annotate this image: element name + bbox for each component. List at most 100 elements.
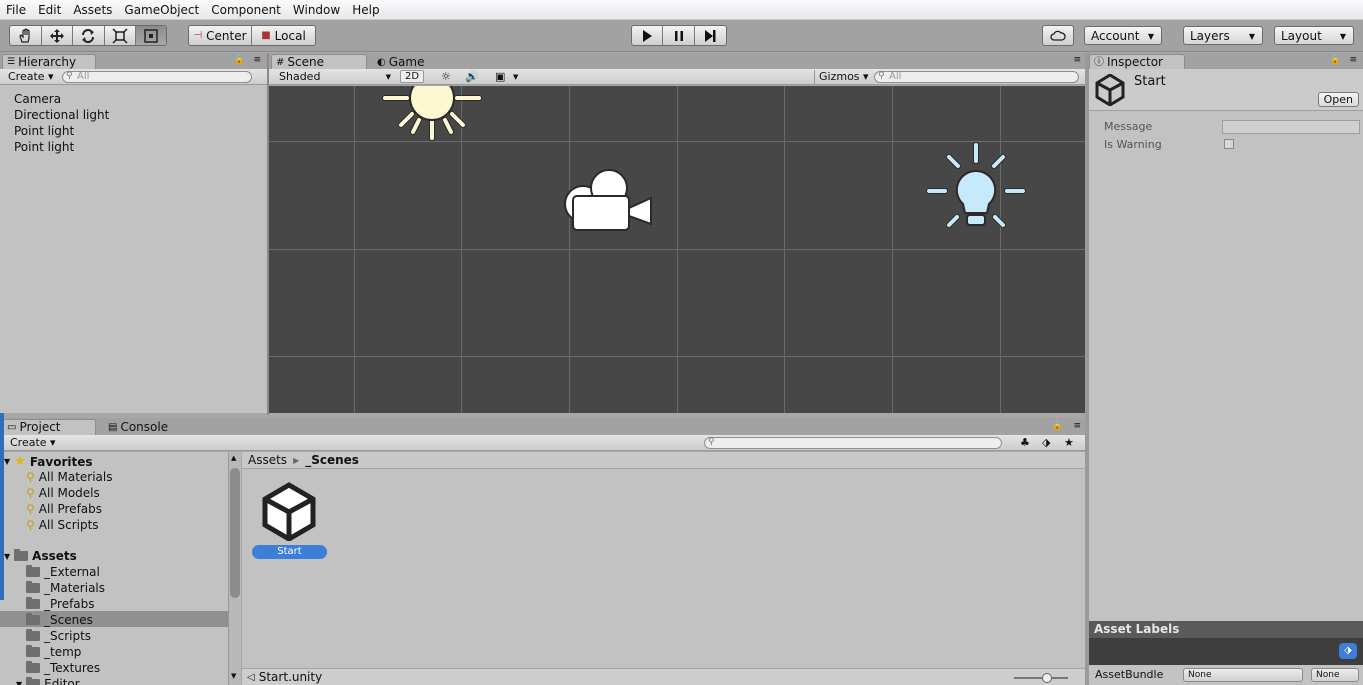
panel-menu-icon[interactable]: ≡ xyxy=(253,55,261,65)
expand-arrow-icon: ▼ xyxy=(4,457,11,466)
panel-menu-icon[interactable]: ≡ xyxy=(1073,55,1081,65)
menu-file[interactable]: File xyxy=(0,0,32,20)
step-icon[interactable] xyxy=(695,26,726,45)
tab-scene[interactable]: # Scene xyxy=(271,54,367,70)
drag-highlight xyxy=(0,413,4,600)
folder-materials[interactable]: _Materials xyxy=(26,581,105,595)
open-button[interactable]: Open xyxy=(1317,92,1359,107)
message-field[interactable] xyxy=(1222,120,1360,134)
pivot-local-button[interactable]: ■ Local xyxy=(252,26,315,45)
hierarchy-search-input[interactable]: ⚲ All xyxy=(62,71,252,83)
panel-divider[interactable] xyxy=(1085,53,1089,685)
move-tool-icon[interactable] xyxy=(42,26,74,45)
menu-window[interactable]: Window xyxy=(287,0,346,20)
folder-scripts[interactable]: _Scripts xyxy=(26,629,91,643)
point-light-icon[interactable] xyxy=(925,141,1027,235)
gizmos-dropdown[interactable]: Gizmos ▾ xyxy=(814,70,873,84)
scroll-down-arrow-icon[interactable]: ▼ xyxy=(231,672,236,680)
panel-divider[interactable] xyxy=(267,53,269,415)
tag-icon[interactable]: ⬗ xyxy=(1339,643,1357,659)
asset-bundle-variant-dropdown[interactable]: None xyxy=(1311,668,1359,682)
menu-edit[interactable]: Edit xyxy=(32,0,67,20)
pause-icon[interactable] xyxy=(663,26,695,45)
asset-name-label: Start xyxy=(252,545,327,559)
asset-bundle-dropdown[interactable]: None xyxy=(1183,668,1303,682)
tab-project[interactable]: ▭ Project xyxy=(2,419,96,435)
play-icon[interactable] xyxy=(632,26,664,45)
2d-toggle[interactable]: 2D xyxy=(400,70,425,83)
is-warning-checkbox[interactable] xyxy=(1224,139,1234,149)
hierarchy-item-camera[interactable]: Camera xyxy=(14,92,61,106)
panel-menu-icon[interactable]: ≡ xyxy=(1349,55,1357,65)
hierarchy-item-point-light[interactable]: Point light xyxy=(14,124,74,138)
menu-bar: File Edit Assets GameObject Component Wi… xyxy=(0,0,1363,20)
camera-gizmo-icon[interactable] xyxy=(561,166,655,236)
dropdown-arrow-icon[interactable]: ▼ xyxy=(509,70,522,84)
favorites-node[interactable]: ▼ ★ Favorites xyxy=(4,454,93,469)
breadcrumb-assets[interactable]: Assets xyxy=(248,453,287,467)
scene-search-input[interactable]: ⚲ All xyxy=(874,71,1079,83)
tab-game[interactable]: ◐ Game xyxy=(373,54,463,70)
directional-light-icon[interactable] xyxy=(379,86,485,144)
sun-icon[interactable]: ☼ xyxy=(437,70,455,84)
tab-hierarchy[interactable]: ☰ Hierarchy xyxy=(2,54,96,70)
tab-inspector[interactable]: ⓘ Inspector xyxy=(1089,54,1185,70)
folder-scenes[interactable]: _Scenes xyxy=(26,613,93,627)
scrollbar-thumb[interactable] xyxy=(230,468,240,598)
favorite-all-models[interactable]: ⚲ All Models xyxy=(26,486,100,500)
hierarchy-item-directional-light[interactable]: Directional light xyxy=(14,108,109,122)
favorite-all-prefabs[interactable]: ⚲ All Prefabs xyxy=(26,502,102,516)
icon-size-slider[interactable] xyxy=(1014,673,1068,683)
cube-icon: ■ xyxy=(261,30,271,41)
tab-console[interactable]: ▤ Console xyxy=(104,419,194,435)
breadcrumb-scenes[interactable]: _Scenes xyxy=(305,453,359,467)
rect-tool-icon[interactable] xyxy=(136,26,166,45)
folder-editor[interactable]: ▼ Editor xyxy=(16,677,80,685)
folder-external[interactable]: _External xyxy=(26,565,100,579)
lock-icon[interactable]: 🔒 xyxy=(234,55,245,65)
folder-icon xyxy=(26,565,40,577)
pivot-center-button[interactable]: ⊣ Center xyxy=(189,26,253,45)
folder-prefabs[interactable]: _Prefabs xyxy=(26,597,95,611)
search-icon: ⚲ xyxy=(66,71,73,81)
favorite-all-materials[interactable]: ⚲ All Materials xyxy=(26,470,113,484)
favorite-all-scripts[interactable]: ⚲ All Scripts xyxy=(26,518,99,532)
filter-type-icon[interactable]: ♣ xyxy=(1016,436,1034,450)
panel-menu-icon[interactable]: ≡ xyxy=(1073,421,1081,431)
asset-tile-start[interactable]: Start xyxy=(252,479,328,561)
scale-tool-icon[interactable] xyxy=(105,26,137,45)
search-icon: ⚲ xyxy=(26,486,35,500)
project-search-input[interactable]: ⚲ xyxy=(704,437,1002,449)
tree-scrollbar[interactable]: ▲ ▼ xyxy=(228,452,241,685)
menu-help[interactable]: Help xyxy=(346,0,385,20)
cloud-icon xyxy=(1050,30,1066,41)
cloud-button[interactable] xyxy=(1042,25,1074,46)
layers-dropdown[interactable]: Layers ▼ xyxy=(1183,26,1263,45)
inspector-tabbar: ⓘ Inspector 🔒 ≡ xyxy=(1087,53,1363,70)
folder-textures[interactable]: _Textures xyxy=(26,661,100,675)
folder-temp[interactable]: _temp xyxy=(26,645,81,659)
inspector-asset-name: Start xyxy=(1134,74,1166,89)
hierarchy-item-point-light[interactable]: Point light xyxy=(14,140,74,154)
scroll-up-arrow-icon[interactable]: ▲ xyxy=(231,454,236,462)
hierarchy-create-button[interactable]: Create ▾ xyxy=(4,70,58,84)
assets-node[interactable]: ▼ Assets xyxy=(4,549,77,563)
filter-label-icon[interactable]: ⬗ xyxy=(1038,436,1054,450)
lock-icon[interactable]: 🔒 xyxy=(1052,421,1063,431)
shading-dropdown[interactable]: Shaded ▼ xyxy=(275,70,393,84)
hand-tool-icon[interactable] xyxy=(10,26,42,45)
project-create-button[interactable]: Create ▾ xyxy=(6,436,60,450)
favorite-star-icon[interactable]: ★ xyxy=(1060,436,1078,450)
menu-assets[interactable]: Assets xyxy=(67,0,118,20)
folder-icon xyxy=(26,645,40,657)
menu-component[interactable]: Component xyxy=(205,0,287,20)
audio-icon[interactable]: 🔊 xyxy=(461,70,483,84)
account-dropdown[interactable]: Account ▼ xyxy=(1084,26,1162,45)
image-icon[interactable]: ▣ xyxy=(491,70,509,84)
lock-icon[interactable]: 🔒 xyxy=(1330,55,1341,65)
menu-gameobject[interactable]: GameObject xyxy=(118,0,205,20)
scene-viewport[interactable] xyxy=(269,86,1085,413)
slider-thumb[interactable] xyxy=(1042,673,1052,683)
layout-dropdown[interactable]: Layout ▼ xyxy=(1274,26,1354,45)
rotate-tool-icon[interactable] xyxy=(73,26,105,45)
